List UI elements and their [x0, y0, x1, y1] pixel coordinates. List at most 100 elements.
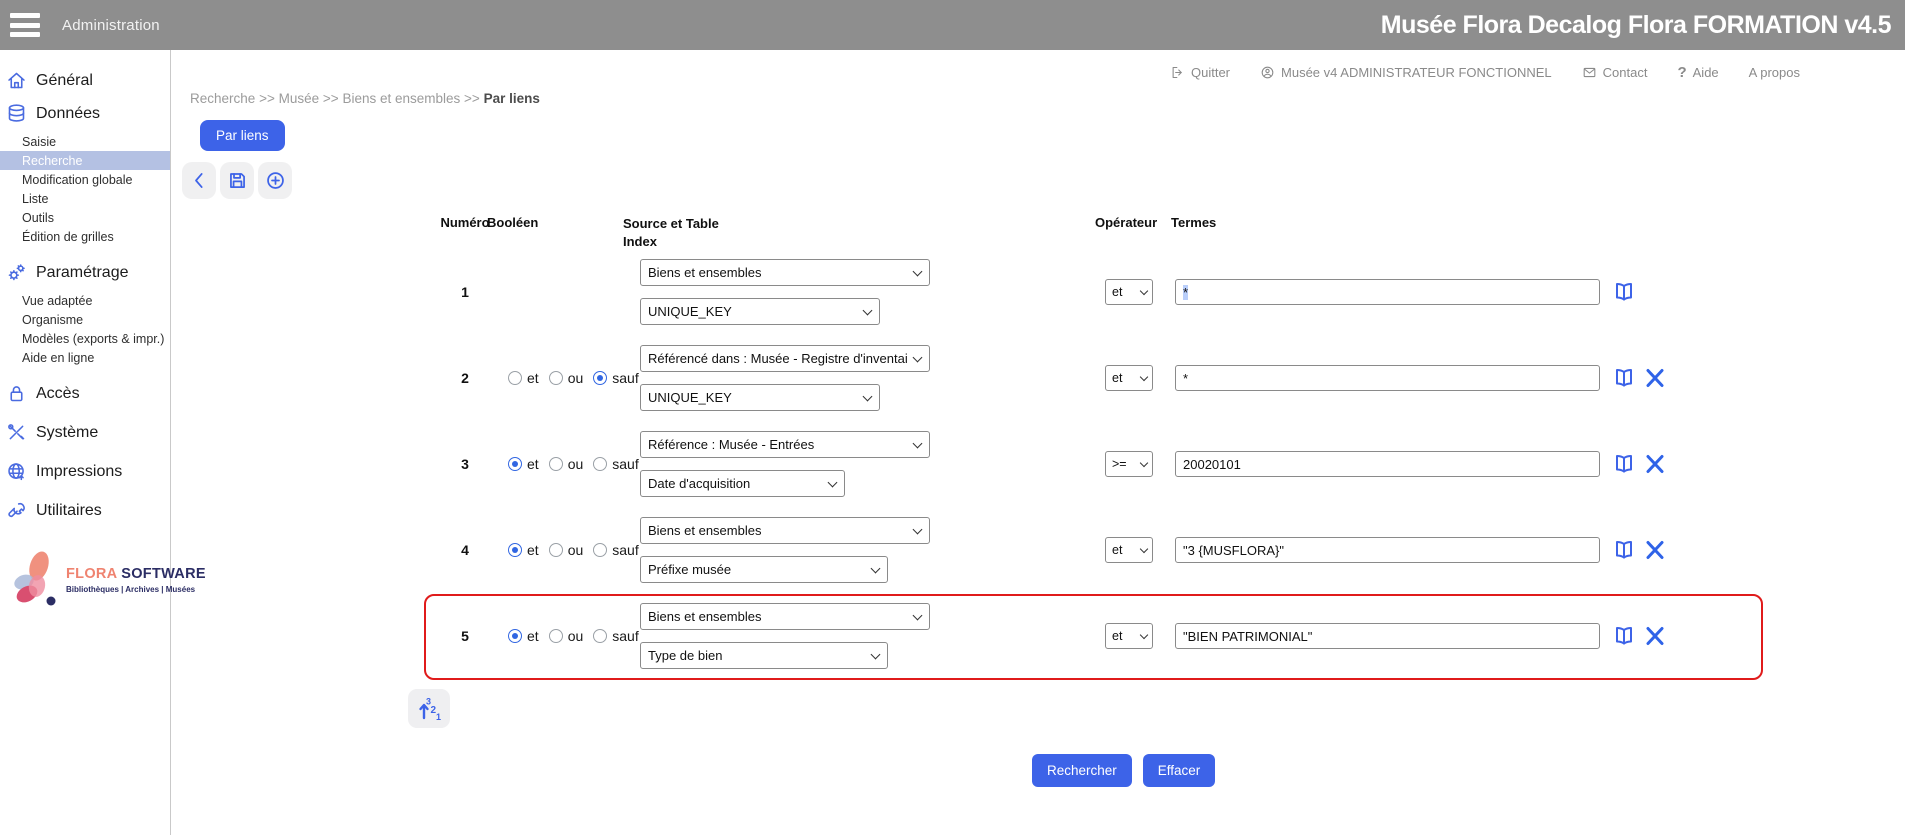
query-form: Numéro Booléen Source et Table Index Opé… — [435, 215, 1905, 669]
sort-rows-button[interactable]: 3 2 1 — [408, 689, 450, 728]
x-icon — [1643, 452, 1667, 476]
question-mark-icon: ? — [1677, 64, 1686, 81]
index-select-2[interactable]: UNIQUE_KEY — [640, 384, 880, 411]
source-select-5[interactable]: Biens et ensembles — [640, 603, 930, 630]
sidebar-item-label: Utilitaires — [36, 502, 102, 520]
source-select-4[interactable]: Biens et ensembles — [640, 517, 930, 544]
sidebar: Général Données Saisie Recherche Modific… — [0, 50, 171, 835]
operator-select-4[interactable]: et — [1105, 537, 1153, 563]
sidebar-item-parametrage[interactable]: Paramétrage — [0, 256, 170, 289]
help-link[interactable]: ? Aide — [1677, 64, 1718, 81]
index-select-4[interactable]: Préfixe musée — [640, 556, 888, 583]
header-numero: Numéro — [435, 215, 495, 230]
source-select-3[interactable]: Référence : Musée - Entrées — [640, 431, 930, 458]
index-select-4-wrap: Préfixe musée — [640, 556, 888, 583]
radio-et[interactable]: et — [508, 456, 539, 472]
delete-row-button-3[interactable] — [1643, 452, 1667, 476]
flora-software-logo: FLORA SOFTWARE Bibliothèques | Archives … — [6, 548, 166, 612]
radio-sauf[interactable]: sauf — [593, 370, 638, 386]
breadcrumb-item[interactable]: Musée — [279, 91, 320, 106]
radio-et[interactable]: et — [508, 542, 539, 558]
index-lookup-button-2[interactable] — [1612, 366, 1636, 390]
index-select-2-wrap: UNIQUE_KEY — [640, 384, 880, 411]
sidebar-item-label: Données — [36, 105, 100, 123]
about-link[interactable]: A propos — [1749, 65, 1800, 80]
index-select-5[interactable]: Type de bien — [640, 642, 888, 669]
user-links-bar: Quitter Musée v4 ADMINISTRATEUR FONCTION… — [171, 50, 1905, 81]
sidebar-item-general[interactable]: Général — [0, 64, 170, 97]
header-booleen: Booléen — [487, 215, 538, 230]
save-button[interactable] — [220, 162, 254, 199]
header-termes: Termes — [1171, 215, 1216, 230]
hamburger-menu-icon[interactable] — [10, 13, 40, 37]
window-title: Musée Flora Decalog Flora FORMATION v4.5 — [1381, 11, 1891, 40]
sidebar-item-donnees[interactable]: Données — [0, 97, 170, 130]
breadcrumb-item[interactable]: Biens et ensembles — [342, 91, 460, 106]
sidebar-item-modification-globale[interactable]: Modification globale — [0, 170, 170, 189]
source-select-2[interactable]: Référencé dans : Musée - Registre d'inve… — [640, 345, 930, 372]
sidebar-item-systeme[interactable]: Système — [0, 416, 170, 449]
sidebar-item-aide-en-ligne[interactable]: Aide en ligne — [0, 348, 170, 367]
breadcrumb-item[interactable]: Recherche — [190, 91, 255, 106]
operator-select-1[interactable]: et — [1105, 279, 1153, 305]
radio-sauf[interactable]: sauf — [593, 456, 638, 472]
tools-icon — [6, 422, 27, 443]
sidebar-item-recherche[interactable]: Recherche — [0, 151, 170, 170]
radio-et[interactable]: et — [508, 628, 539, 644]
sidebar-item-edition-de-grilles[interactable]: Édition de grilles — [0, 227, 170, 246]
index-select-3[interactable]: Date d'acquisition — [640, 470, 845, 497]
contact-link[interactable]: Contact — [1582, 65, 1648, 80]
operator-select-5[interactable]: et — [1105, 623, 1153, 649]
delete-row-button-4[interactable] — [1643, 538, 1667, 562]
book-icon — [1612, 366, 1636, 390]
sidebar-item-outils[interactable]: Outils — [0, 208, 170, 227]
quit-link[interactable]: Quitter — [1170, 65, 1230, 80]
index-lookup-button-5[interactable] — [1612, 624, 1636, 648]
form-actions: Rechercher Effacer — [1032, 754, 1905, 787]
radio-ou[interactable]: ou — [549, 370, 584, 386]
radio-ou[interactable]: ou — [549, 456, 584, 472]
source-select-1[interactable]: Biens et ensembles — [640, 259, 930, 286]
terms-input-2[interactable] — [1175, 365, 1600, 391]
sidebar-item-impressions[interactable]: Impressions — [0, 455, 170, 488]
index-lookup-button-4[interactable] — [1612, 538, 1636, 562]
operator-select-2[interactable]: et — [1105, 365, 1153, 391]
query-row-2: 2 et ou sauf Référencé dans : Musée - Re… — [435, 345, 1905, 411]
book-icon — [1612, 452, 1636, 476]
tab-par-liens[interactable]: Par liens — [200, 120, 285, 151]
sidebar-item-acces[interactable]: Accès — [0, 377, 170, 410]
x-icon — [1643, 538, 1667, 562]
save-icon — [227, 170, 248, 191]
clear-button[interactable]: Effacer — [1143, 754, 1216, 787]
source-select-1-wrap: Biens et ensembles — [640, 259, 930, 286]
index-select-1[interactable]: UNIQUE_KEY — [640, 298, 880, 325]
add-button[interactable] — [258, 162, 292, 199]
sidebar-item-modeles[interactable]: Modèles (exports & impr.) — [0, 329, 170, 348]
search-button[interactable]: Rechercher — [1032, 754, 1132, 787]
sidebar-item-saisie[interactable]: Saisie — [0, 132, 170, 151]
sidebar-item-vue-adaptee[interactable]: Vue adaptée — [0, 291, 170, 310]
sidebar-item-liste[interactable]: Liste — [0, 189, 170, 208]
terms-input-5[interactable] — [1175, 623, 1600, 649]
radio-sauf[interactable]: sauf — [593, 542, 638, 558]
back-button[interactable] — [182, 162, 216, 199]
toolbar — [182, 162, 1905, 199]
delete-row-button-5[interactable] — [1643, 624, 1667, 648]
terms-input-3[interactable] — [1175, 451, 1600, 477]
gears-icon — [6, 262, 27, 283]
operator-select-3[interactable]: >= — [1105, 451, 1153, 477]
delete-row-button-2[interactable] — [1643, 366, 1667, 390]
radio-ou[interactable]: ou — [549, 542, 584, 558]
operator-select-1-wrap: et — [1105, 279, 1153, 305]
index-lookup-button-1[interactable] — [1612, 280, 1636, 304]
query-row-3: 3 et ou sauf Référence : Musée - Entrées… — [435, 431, 1905, 497]
radio-sauf[interactable]: sauf — [593, 628, 638, 644]
terms-input-4[interactable] — [1175, 537, 1600, 563]
radio-et[interactable]: et — [508, 370, 539, 386]
user-account-link[interactable]: Musée v4 ADMINISTRATEUR FONCTIONNEL — [1260, 65, 1552, 80]
index-lookup-button-3[interactable] — [1612, 452, 1636, 476]
terms-input-1[interactable] — [1175, 279, 1600, 305]
radio-ou[interactable]: ou — [549, 628, 584, 644]
sidebar-item-organisme[interactable]: Organisme — [0, 310, 170, 329]
sidebar-item-utilitaires[interactable]: Utilitaires — [0, 494, 170, 527]
